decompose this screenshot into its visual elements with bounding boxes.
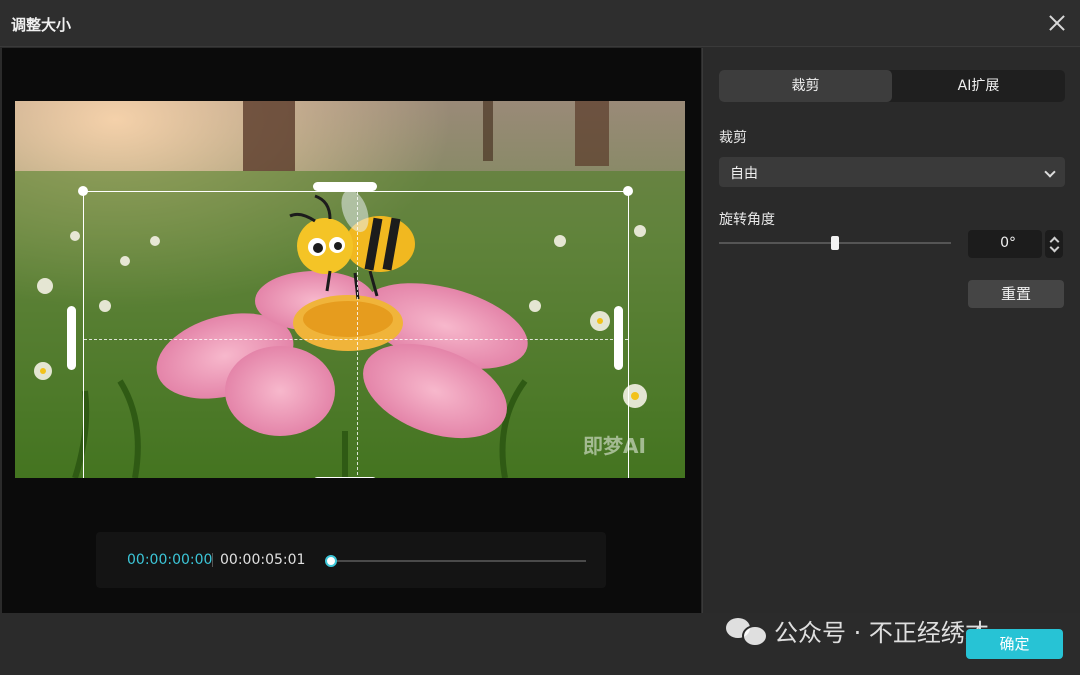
tab-crop[interactable]: 裁剪 [719, 70, 892, 102]
crop-edge-handle-top[interactable] [313, 182, 377, 191]
crop-corner-handle-tr[interactable] [623, 186, 633, 196]
crop-edge-handle-bottom[interactable] [313, 477, 377, 478]
crop-label: 裁剪 [719, 130, 747, 146]
scrub-track[interactable] [330, 560, 586, 562]
wechat-icon [726, 615, 768, 647]
crop-guide-vertical [357, 192, 358, 478]
mode-tabs: 裁剪 AI扩展 [719, 70, 1065, 102]
wechat-watermark: 公众号 · 不正经绣才 [726, 615, 989, 647]
crop-guide-horizontal [84, 339, 628, 340]
playback-timeline: 00:00:00:00 00:00:05:01 [96, 532, 606, 588]
crop-box[interactable] [83, 191, 629, 478]
video-frame: 即梦AI [15, 101, 685, 478]
total-time: 00:00:05:01 [220, 552, 306, 568]
playhead-knob[interactable] [325, 555, 337, 567]
chevron-down-icon [1044, 166, 1056, 178]
settings-panel: 裁剪 AI扩展 裁剪 自由 旋转角度 0° 重置 [702, 48, 1080, 613]
tab-ai-expand[interactable]: AI扩展 [892, 70, 1065, 102]
watermark-text: 公众号 · 不正经绣才 [774, 618, 989, 647]
dialog-footer: 公众号 · 不正经绣才 确定 [0, 613, 1080, 675]
crop-ratio-value: 自由 [730, 166, 758, 182]
crop-ratio-select[interactable]: 自由 [719, 157, 1065, 187]
dialog-title: 调整大小 [11, 16, 72, 34]
confirm-button[interactable]: 确定 [966, 629, 1063, 659]
time-divider [212, 553, 213, 567]
title-bar: 调整大小 [0, 0, 1080, 47]
reset-button[interactable]: 重置 [968, 280, 1064, 308]
close-icon[interactable] [1046, 12, 1068, 34]
rotation-slider-thumb[interactable] [831, 236, 839, 250]
crop-edge-handle-right[interactable] [614, 306, 623, 370]
rotation-angle-input[interactable]: 0° [968, 230, 1042, 258]
current-time: 00:00:00:00 [127, 552, 213, 568]
crop-edge-handle-left[interactable] [67, 306, 76, 370]
rotation-angle-value: 0° [1000, 235, 1016, 251]
resize-dialog: 调整大小 即梦AI 00:00:00:00 00:00:05:01 裁剪 AI扩… [0, 0, 1080, 675]
rotation-stepper[interactable] [1045, 230, 1063, 258]
rotation-label: 旋转角度 [719, 212, 775, 228]
preview-pane: 即梦AI 00:00:00:00 00:00:05:01 [2, 48, 701, 613]
crop-corner-handle-tl[interactable] [78, 186, 88, 196]
chevron-down-icon[interactable] [1049, 242, 1060, 253]
